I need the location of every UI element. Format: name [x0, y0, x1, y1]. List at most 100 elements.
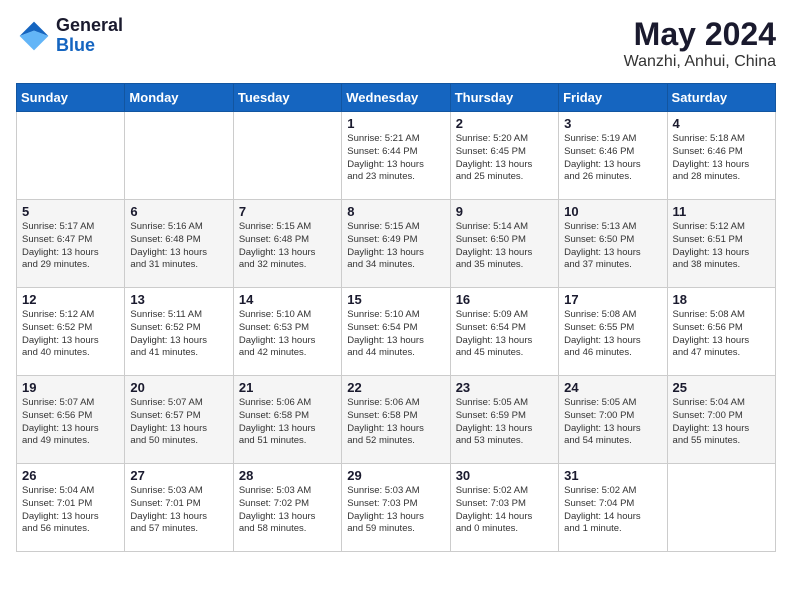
- calendar-cell: 22Sunrise: 5:06 AM Sunset: 6:58 PM Dayli…: [342, 376, 450, 464]
- calendar-cell: [17, 112, 125, 200]
- day-number: 28: [239, 468, 336, 483]
- calendar-cell: 4Sunrise: 5:18 AM Sunset: 6:46 PM Daylig…: [667, 112, 775, 200]
- location-label: Wanzhi, Anhui, China: [624, 53, 776, 71]
- calendar-cell: 27Sunrise: 5:03 AM Sunset: 7:01 PM Dayli…: [125, 464, 233, 552]
- calendar-week-row: 19 Sunrise: 5:07 AM Sunset: 6:56 PM Dayli…: [17, 376, 776, 464]
- day-number: 17: [564, 292, 661, 307]
- calendar-cell: 7 Sunrise: 5:15 AM Sunset: 6:48 PM Daylig…: [233, 200, 341, 288]
- day-number: 13: [130, 292, 227, 307]
- day-info: Sunrise: 5:19 AM Sunset: 6:46 PM Dayligh…: [564, 133, 661, 184]
- calendar-cell: 21 Sunrise: 5:06 AM Sunset: 6:58 PM Dayli…: [233, 376, 341, 464]
- weekday-header-thursday: Thursday: [450, 84, 558, 112]
- calendar-cell: 10 Sunrise: 5:13 AM Sunset: 6:50 PM Dayli…: [559, 200, 667, 288]
- day-number: 16: [456, 292, 553, 307]
- day-number: 12: [22, 292, 119, 307]
- calendar-cell: 28Sunrise: 5:03 AM Sunset: 7:02 PM Dayli…: [233, 464, 341, 552]
- day-number: 26: [22, 468, 119, 483]
- day-info: Sunrise: 5:09 AM Sunset: 6:54 PM Dayligh…: [456, 309, 553, 360]
- logo-general-label: General: [56, 16, 123, 36]
- day-number: 19: [22, 380, 119, 395]
- day-number: 8: [347, 204, 444, 219]
- calendar-cell: 31 Sunrise: 5:02 AM Sunset: 7:04 PM Dayli…: [559, 464, 667, 552]
- calendar-cell: [125, 112, 233, 200]
- day-info: Sunrise: 5:13 AM Sunset: 6:50 PM Dayligh…: [564, 221, 661, 272]
- calendar-cell: 14Sunrise: 5:10 AM Sunset: 6:53 PM Dayli…: [233, 288, 341, 376]
- day-info: Sunrise: 5:08 AM Sunset: 6:56 PM Dayligh…: [673, 309, 770, 360]
- day-info: Sunrise: 5:04 AM Sunset: 7:00 PM Dayligh…: [673, 397, 770, 448]
- day-number: 18: [673, 292, 770, 307]
- day-info: Sunrise: 5:15 AM Sunset: 6:49 PM Dayligh…: [347, 221, 444, 272]
- calendar-cell: 15 Sunrise: 5:10 AM Sunset: 6:54 PM Dayli…: [342, 288, 450, 376]
- weekday-header-saturday: Saturday: [667, 84, 775, 112]
- calendar-cell: 3 Sunrise: 5:19 AM Sunset: 6:46 PM Daylig…: [559, 112, 667, 200]
- day-info: Sunrise: 5:12 AM Sunset: 6:52 PM Dayligh…: [22, 309, 119, 360]
- day-number: 3: [564, 116, 661, 131]
- calendar-cell: 5 Sunrise: 5:17 AM Sunset: 6:47 PM Daylig…: [17, 200, 125, 288]
- page-header: General Blue May 2024 Wanzhi, Anhui, Chi…: [16, 16, 776, 71]
- day-number: 24: [564, 380, 661, 395]
- logo: General Blue: [16, 16, 123, 56]
- day-info: Sunrise: 5:17 AM Sunset: 6:47 PM Dayligh…: [22, 221, 119, 272]
- day-info: Sunrise: 5:02 AM Sunset: 7:03 PM Dayligh…: [456, 485, 553, 536]
- day-info: Sunrise: 5:07 AM Sunset: 6:57 PM Dayligh…: [130, 397, 227, 448]
- calendar-cell: 25 Sunrise: 5:04 AM Sunset: 7:00 PM Dayli…: [667, 376, 775, 464]
- day-info: Sunrise: 5:10 AM Sunset: 6:53 PM Dayligh…: [239, 309, 336, 360]
- day-number: 10: [564, 204, 661, 219]
- day-info: Sunrise: 5:05 AM Sunset: 6:59 PM Dayligh…: [456, 397, 553, 448]
- calendar-cell: 13 Sunrise: 5:11 AM Sunset: 6:52 PM Dayli…: [125, 288, 233, 376]
- day-number: 21: [239, 380, 336, 395]
- day-number: 27: [130, 468, 227, 483]
- calendar-cell: 1 Sunrise: 5:21 AM Sunset: 6:44 PM Daylig…: [342, 112, 450, 200]
- calendar-cell: 6 Sunrise: 5:16 AM Sunset: 6:48 PM Daylig…: [125, 200, 233, 288]
- day-number: 29: [347, 468, 444, 483]
- day-number: 2: [456, 116, 553, 131]
- calendar-cell: 17 Sunrise: 5:08 AM Sunset: 6:55 PM Dayli…: [559, 288, 667, 376]
- day-number: 20: [130, 380, 227, 395]
- calendar-cell: 9 Sunrise: 5:14 AM Sunset: 6:50 PM Daylig…: [450, 200, 558, 288]
- calendar-cell: 29Sunrise: 5:03 AM Sunset: 7:03 PM Dayli…: [342, 464, 450, 552]
- day-number: 25: [673, 380, 770, 395]
- calendar-week-row: 5 Sunrise: 5:17 AM Sunset: 6:47 PM Daylig…: [17, 200, 776, 288]
- day-info: Sunrise: 5:02 AM Sunset: 7:04 PM Dayligh…: [564, 485, 661, 536]
- day-number: 15: [347, 292, 444, 307]
- calendar-cell: 20 Sunrise: 5:07 AM Sunset: 6:57 PM Dayli…: [125, 376, 233, 464]
- calendar-cell: 16 Sunrise: 5:09 AM Sunset: 6:54 PM Dayli…: [450, 288, 558, 376]
- day-info: Sunrise: 5:21 AM Sunset: 6:44 PM Dayligh…: [347, 133, 444, 184]
- weekday-header-monday: Monday: [125, 84, 233, 112]
- calendar-cell: 19 Sunrise: 5:07 AM Sunset: 6:56 PM Dayli…: [17, 376, 125, 464]
- calendar-cell: 2Sunrise: 5:20 AM Sunset: 6:45 PM Daylig…: [450, 112, 558, 200]
- calendar-cell: [667, 464, 775, 552]
- title-area: May 2024 Wanzhi, Anhui, China: [624, 16, 776, 71]
- day-info: Sunrise: 5:14 AM Sunset: 6:50 PM Dayligh…: [456, 221, 553, 272]
- day-info: Sunrise: 5:08 AM Sunset: 6:55 PM Dayligh…: [564, 309, 661, 360]
- day-info: Sunrise: 5:15 AM Sunset: 6:48 PM Dayligh…: [239, 221, 336, 272]
- calendar-week-row: 26 Sunrise: 5:04 AM Sunset: 7:01 PM Dayli…: [17, 464, 776, 552]
- weekday-header-row: SundayMondayTuesdayWednesdayThursdayFrid…: [17, 84, 776, 112]
- calendar-cell: 23Sunrise: 5:05 AM Sunset: 6:59 PM Dayli…: [450, 376, 558, 464]
- calendar-cell: [233, 112, 341, 200]
- day-info: Sunrise: 5:11 AM Sunset: 6:52 PM Dayligh…: [130, 309, 227, 360]
- day-info: Sunrise: 5:10 AM Sunset: 6:54 PM Dayligh…: [347, 309, 444, 360]
- calendar-cell: 18 Sunrise: 5:08 AM Sunset: 6:56 PM Dayli…: [667, 288, 775, 376]
- day-info: Sunrise: 5:06 AM Sunset: 6:58 PM Dayligh…: [239, 397, 336, 448]
- logo-text: General Blue: [56, 16, 123, 56]
- day-info: Sunrise: 5:16 AM Sunset: 6:48 PM Dayligh…: [130, 221, 227, 272]
- day-info: Sunrise: 5:12 AM Sunset: 6:51 PM Dayligh…: [673, 221, 770, 272]
- month-title: May 2024: [624, 16, 776, 53]
- calendar-cell: 8 Sunrise: 5:15 AM Sunset: 6:49 PM Daylig…: [342, 200, 450, 288]
- calendar-table: SundayMondayTuesdayWednesdayThursdayFrid…: [16, 83, 776, 552]
- day-number: 7: [239, 204, 336, 219]
- day-number: 9: [456, 204, 553, 219]
- day-info: Sunrise: 5:07 AM Sunset: 6:56 PM Dayligh…: [22, 397, 119, 448]
- calendar-week-row: 12 Sunrise: 5:12 AM Sunset: 6:52 PM Dayli…: [17, 288, 776, 376]
- calendar-cell: 30Sunrise: 5:02 AM Sunset: 7:03 PM Dayli…: [450, 464, 558, 552]
- day-info: Sunrise: 5:04 AM Sunset: 7:01 PM Dayligh…: [22, 485, 119, 536]
- day-number: 1: [347, 116, 444, 131]
- day-number: 6: [130, 204, 227, 219]
- day-number: 31: [564, 468, 661, 483]
- calendar-cell: 12 Sunrise: 5:12 AM Sunset: 6:52 PM Dayli…: [17, 288, 125, 376]
- day-number: 22: [347, 380, 444, 395]
- day-number: 5: [22, 204, 119, 219]
- calendar-cell: 26 Sunrise: 5:04 AM Sunset: 7:01 PM Dayli…: [17, 464, 125, 552]
- weekday-header-sunday: Sunday: [17, 84, 125, 112]
